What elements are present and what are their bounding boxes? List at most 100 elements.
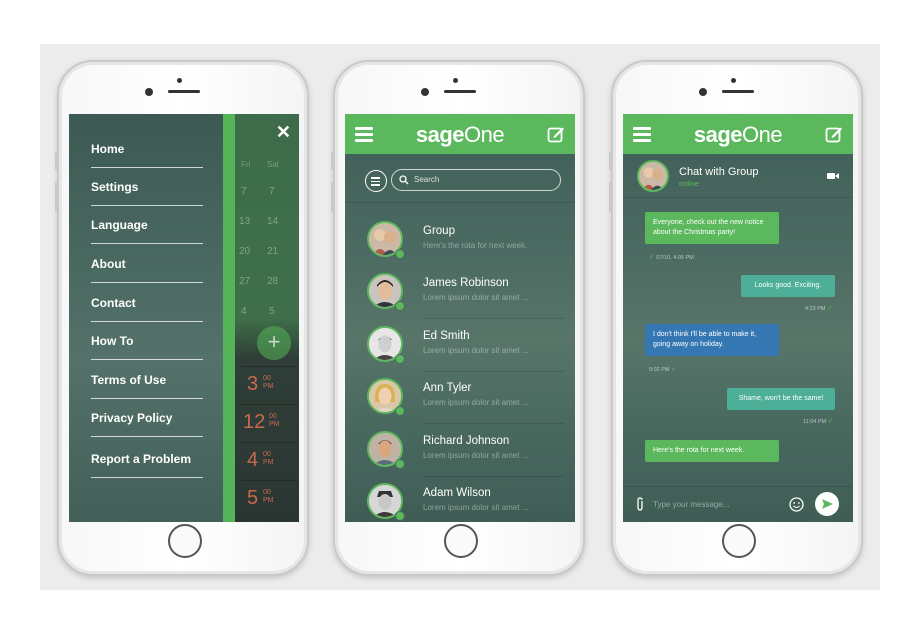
contact-row-james-robinson[interactable]: James Robinson Lorem ipsum dolor sit ame… [345,267,575,319]
online-indicator [395,354,405,364]
menu-item-contact[interactable]: Contact [91,284,203,322]
contact-row-richard-johnson[interactable]: Richard Johnson Lorem ipsum dolor sit am… [345,425,575,477]
message-text: Here's the rota for next week. [653,447,745,454]
chat-status: online [679,179,700,188]
online-indicator [395,459,405,469]
message-bubble-outgoing: Looks good. Exciting. [741,275,835,297]
contact-last-message: Lorem ipsum dolor sit amet ... [423,293,529,302]
time-minutes: 00 [269,413,277,420]
attachment-icon[interactable] [635,497,645,511]
search-icon [399,175,409,185]
contact-name: Richard Johnson [423,435,510,447]
divider [423,318,565,319]
phone-side-button [331,182,334,212]
online-indicator [395,249,405,259]
contact-row-ed-smith[interactable]: Ed Smith Lorem ipsum dolor sit amet ... [345,320,575,372]
send-icon [822,499,833,509]
calendar-date: 21 [267,246,279,257]
time-slot[interactable]: 12 00 PM [241,404,297,442]
menu-item-label: Terms of Use [91,373,167,387]
message-text: Looks good. Exciting. [754,282,822,289]
app-header: sageOne [623,114,853,154]
phone-side-button [609,182,612,212]
contact-last-message: Lorem ipsum dolor sit amet ... [423,451,529,460]
menu-item-language[interactable]: Language [91,206,203,244]
contact-name: Ed Smith [423,330,470,342]
message-time: 4:23 PM [805,306,826,312]
menu-item-how-to[interactable]: How To [91,322,203,360]
menu-item-label: How To [91,334,134,348]
calendar-date: 7 [241,186,247,197]
menu-item-report[interactable]: Report a Problem [91,440,203,478]
emoji-icon[interactable] [789,497,804,512]
menu-item-home[interactable]: Home [91,130,203,168]
message-bubble-outgoing: Shame, won't be the same! [727,388,835,410]
calendar-date: 13 [239,216,251,227]
menu-divider [91,243,203,244]
calendar-date: 4 [241,306,247,317]
time-slot[interactable]: 5 00 PM [241,480,297,518]
menu-item-label: Language [91,218,148,232]
message-input[interactable]: Type your message... [653,500,729,509]
time-ampm: PM [263,383,274,390]
message-timestamp: 4:23 PM ✓ [805,304,833,312]
check-icon: ✓ [649,254,655,261]
time-hour: 12 [243,411,266,433]
group-avatar [637,160,669,192]
phone-menu: Home Settings Language About Contact How… [55,60,309,576]
menu-item-label: Report a Problem [91,452,192,466]
menu-divider [91,436,203,437]
divider [423,423,565,424]
divider [345,202,575,203]
home-button[interactable] [444,524,478,558]
phone-side-button [331,152,334,170]
home-button[interactable] [168,524,202,558]
video-call-icon[interactable] [827,172,839,180]
menu-divider [91,282,203,283]
phone-lens [699,88,707,96]
add-event-button[interactable]: + [257,326,291,360]
menu-item-privacy[interactable]: Privacy Policy [91,399,203,437]
menu-divider [91,359,203,360]
close-icon[interactable]: ✕ [276,122,291,143]
online-indicator [395,511,405,521]
time-minutes: 00 [263,489,271,496]
time-minutes: 00 [263,375,271,382]
time-meta: 00 PM [263,375,274,391]
time-meta: 00 PM [269,413,280,429]
calendar-date: 7 [269,186,275,197]
contact-row-group[interactable]: Group Here's the rota for next week. [345,215,575,267]
message-text: Everyone, check out the new notice about… [653,219,764,236]
contact-last-message: Lorem ipsum dolor sit amet ... [423,346,529,355]
contact-row-adam-wilson[interactable]: Adam Wilson Lorem ipsum dolor sit amet .… [345,477,575,522]
search-input[interactable]: Search [391,169,561,191]
contact-last-message: Lorem ipsum dolor sit amet ... [423,398,529,407]
phone-chat: sageOne Chat with Group online Everyone,… [609,60,863,576]
menu-item-about[interactable]: About [91,245,203,283]
filter-list-icon[interactable] [365,170,387,192]
phone-side-button [55,152,58,170]
phone-lens [145,88,153,96]
compose-icon[interactable] [825,125,843,143]
phone-camera [177,78,182,83]
send-button[interactable] [815,492,839,516]
phone-speaker [444,90,476,93]
message-text: Shame, won't be the same! [738,395,824,402]
message-bubble-incoming: I don't think I'll be able to make it, g… [645,324,779,356]
menu-item-settings[interactable]: Settings [91,168,203,206]
compose-icon[interactable] [547,125,565,143]
time-meta: 00 PM [263,451,274,467]
home-button[interactable] [722,524,756,558]
time-slot[interactable]: 4 00 PM [241,442,297,480]
time-hour: 5 [247,487,259,509]
message-time: 9:02 PM [649,367,670,373]
message-time: 07/10, 4:05 PM [656,255,694,261]
online-indicator [395,301,405,311]
contact-row-ann-tyler[interactable]: Ann Tyler Lorem ipsum dolor sit amet ... [345,372,575,424]
menu-item-terms[interactable]: Terms of Use [91,361,203,399]
phone-side-button [55,182,58,212]
contact-name: Ann Tyler [423,382,472,394]
calendar-background: ✕ Fri Sat 7 7 13 14 20 21 27 28 4 5 + 30… [235,114,299,522]
online-indicator [395,406,405,416]
time-slot[interactable]: 3 00 PM [241,366,297,404]
